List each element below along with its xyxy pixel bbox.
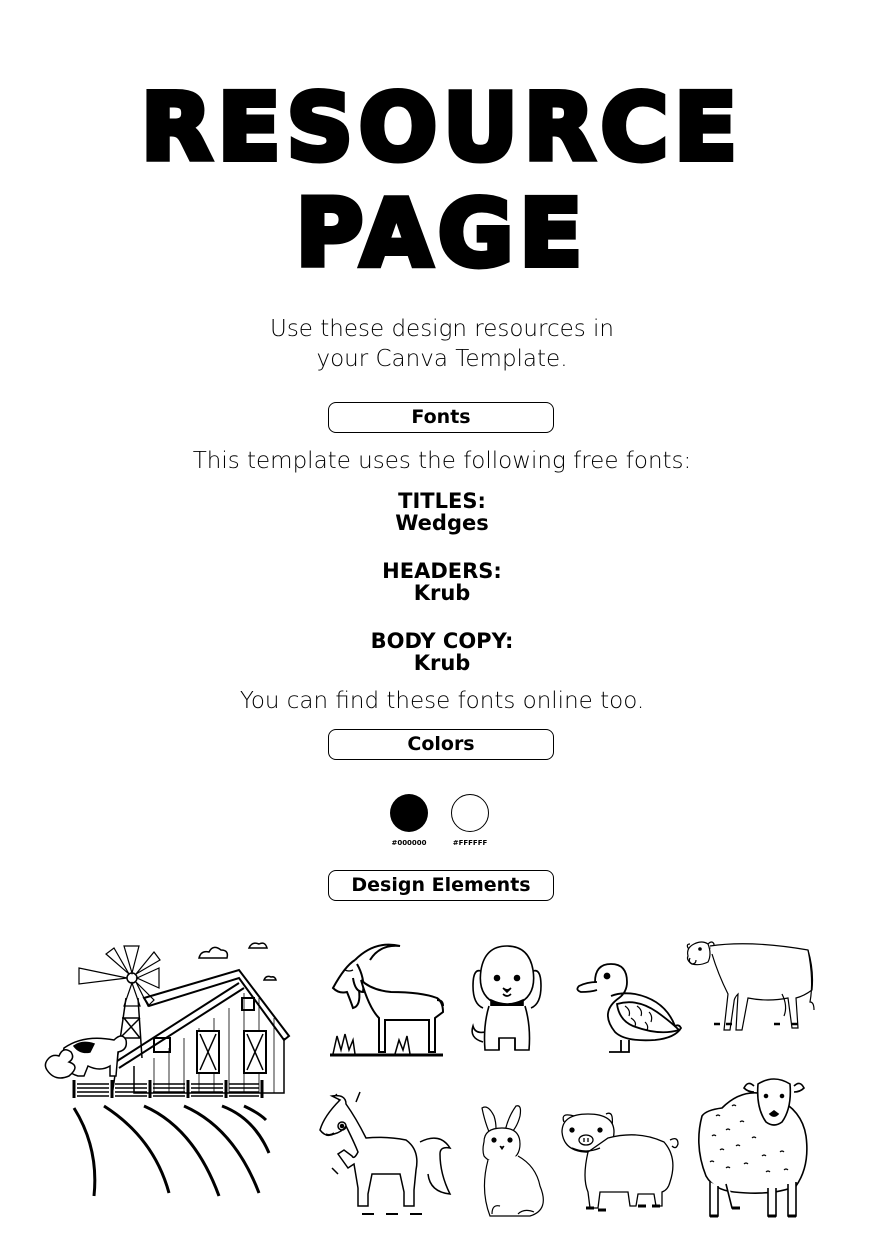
colors-section-header: Colors [328, 729, 554, 760]
duck-icon [576, 963, 683, 1053]
font-entry-headers: HEADERS: Krub [0, 560, 884, 604]
font-entry-titles: TITLES: Wedges [0, 490, 884, 534]
pig-icon [561, 1112, 679, 1212]
font-entry-font: Wedges [395, 511, 489, 535]
page-title-line-2: PAGE [293, 180, 589, 287]
horse-icon [319, 1091, 452, 1215]
intro-text: Use these design resources in your Canva… [0, 314, 884, 374]
font-entry-label: TITLES: [398, 489, 486, 513]
color-swatch-white [451, 794, 489, 832]
page-title-line-1: RESOURCE [138, 74, 744, 181]
fonts-footer: You can find these fonts online too. [239, 688, 645, 714]
intro-line-1: Use these design resources in [269, 316, 615, 342]
intro-line-2: your Canva Template. [316, 346, 568, 372]
fonts-description: This template uses the following free fo… [192, 448, 692, 474]
goat-icon [330, 943, 445, 1057]
cow-icon [686, 941, 815, 1031]
font-entry-font: Krub [413, 581, 471, 605]
design-elements-section-header: Design Elements [328, 870, 554, 901]
color-swatch-label: #000000 [391, 839, 427, 847]
font-entry-body-copy: BODY COPY: Krub [0, 630, 884, 674]
color-swatch-label: #FFFFFF [452, 839, 488, 847]
puppy-icon [471, 945, 542, 1051]
farm-scene-icon [44, 942, 291, 1197]
color-swatch-black [390, 794, 428, 832]
sheep-icon [698, 1078, 808, 1218]
font-entry-label: HEADERS: [382, 559, 502, 583]
rabbit-icon [481, 1105, 544, 1217]
font-entry-font: Krub [413, 651, 471, 675]
fonts-section-header: Fonts [328, 402, 554, 433]
font-entry-label: BODY COPY: [370, 629, 514, 653]
